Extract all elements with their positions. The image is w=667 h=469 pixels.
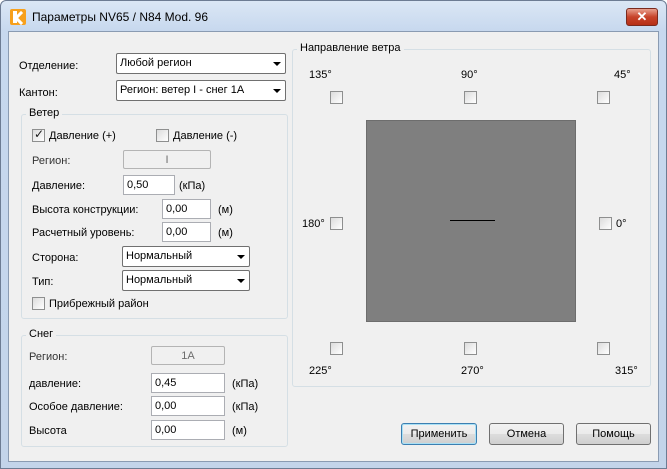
special-pressure-unit: (кПа) [232, 401, 259, 413]
direction-90-label: 90° [461, 69, 478, 81]
direction-90-checkbox[interactable] [464, 91, 477, 104]
type-select[interactable]: Нормальный [122, 270, 250, 291]
snow-group-title: Снег [26, 328, 57, 340]
snow-height-unit: (м) [232, 425, 247, 437]
wind-direction-title: Направление ветра [297, 42, 404, 54]
wind-pressure-unit: (кПа) [179, 180, 206, 192]
direction-0-label: 0° [616, 218, 627, 230]
direction-315-label: 315° [615, 365, 638, 377]
type-label: Тип: [32, 276, 54, 288]
design-level-unit: (м) [218, 227, 233, 239]
app-logo-icon [10, 9, 26, 25]
department-select-value: Любой регион [120, 57, 192, 69]
pressure-plus-label: Давление (+) [49, 130, 116, 142]
pressure-plus-checkbox[interactable] [32, 127, 45, 142]
wind-pressure-input[interactable]: 0,50 [123, 175, 175, 195]
snow-pressure-label: давление: [29, 378, 82, 390]
direction-45-label: 45° [614, 69, 631, 81]
design-level-label: Расчетный уровень: [32, 227, 135, 239]
coastal-area-checkbox[interactable] [32, 297, 45, 310]
direction-270-label: 270° [461, 365, 484, 377]
direction-315-checkbox[interactable] [597, 342, 610, 355]
department-select[interactable]: Любой регион [116, 53, 286, 74]
direction-180-checkbox[interactable] [330, 217, 343, 230]
structure-height-unit: (м) [218, 204, 233, 216]
snow-region-field: 1A [151, 346, 225, 365]
help-button[interactable]: Помощь [576, 423, 651, 445]
wind-region-field: I [123, 150, 211, 169]
coastal-area-label: Прибрежный район [49, 298, 149, 310]
wind-direction-preview [366, 120, 576, 322]
dialog-body: Отделение: Любой регион Кантон: Регион: … [8, 31, 659, 462]
chevron-down-icon [273, 89, 281, 93]
canton-select-value: Регион: ветер I - снег 1А [120, 84, 245, 96]
direction-45-checkbox[interactable] [597, 91, 610, 104]
side-label: Сторона: [32, 252, 79, 264]
wind-group-title: Ветер [26, 107, 63, 119]
direction-225-checkbox[interactable] [330, 342, 343, 355]
dialog-window: Параметры NV65 / N84 Mod. 96 ✕ Отделение… [0, 0, 667, 469]
chevron-down-icon [237, 255, 245, 259]
direction-270-checkbox[interactable] [464, 342, 477, 355]
type-select-value: Нормальный [126, 274, 193, 286]
special-pressure-label: Особое давление: [29, 401, 123, 413]
snow-pressure-unit: (кПа) [232, 378, 259, 390]
structure-line [450, 220, 495, 221]
snow-region-label: Регион: [29, 351, 68, 363]
side-select[interactable]: Нормальный [122, 246, 250, 267]
direction-0-checkbox[interactable] [599, 217, 612, 230]
title-bar[interactable]: Параметры NV65 / N84 Mod. 96 ✕ [1, 1, 666, 31]
structure-height-input[interactable]: 0,00 [162, 199, 211, 219]
cancel-button[interactable]: Отмена [489, 423, 564, 445]
department-label: Отделение: [19, 60, 79, 72]
pressure-minus-checkbox[interactable] [156, 129, 169, 142]
direction-135-label: 135° [309, 69, 332, 81]
chevron-down-icon [237, 279, 245, 283]
pressure-minus-label: Давление (-) [173, 130, 238, 142]
special-pressure-input[interactable]: 0,00 [151, 396, 225, 416]
canton-label: Кантон: [19, 87, 58, 99]
wind-region-label: Регион: [32, 155, 71, 167]
close-button[interactable]: ✕ [626, 8, 658, 26]
snow-height-label: Высота [29, 425, 67, 437]
direction-135-checkbox[interactable] [330, 91, 343, 104]
snow-height-input[interactable]: 0,00 [151, 420, 225, 440]
side-select-value: Нормальный [126, 250, 193, 262]
apply-button[interactable]: Применить [401, 423, 477, 445]
direction-225-label: 225° [309, 365, 332, 377]
snow-pressure-input[interactable]: 0,45 [151, 373, 225, 393]
structure-height-label: Высота конструкции: [32, 204, 139, 216]
canton-select[interactable]: Регион: ветер I - снег 1А [116, 80, 286, 101]
design-level-input[interactable]: 0,00 [162, 222, 211, 242]
wind-pressure-label: Давление: [32, 180, 86, 192]
chevron-down-icon [273, 62, 281, 66]
window-title: Параметры NV65 / N84 Mod. 96 [32, 10, 209, 24]
direction-180-label: 180° [302, 218, 325, 230]
